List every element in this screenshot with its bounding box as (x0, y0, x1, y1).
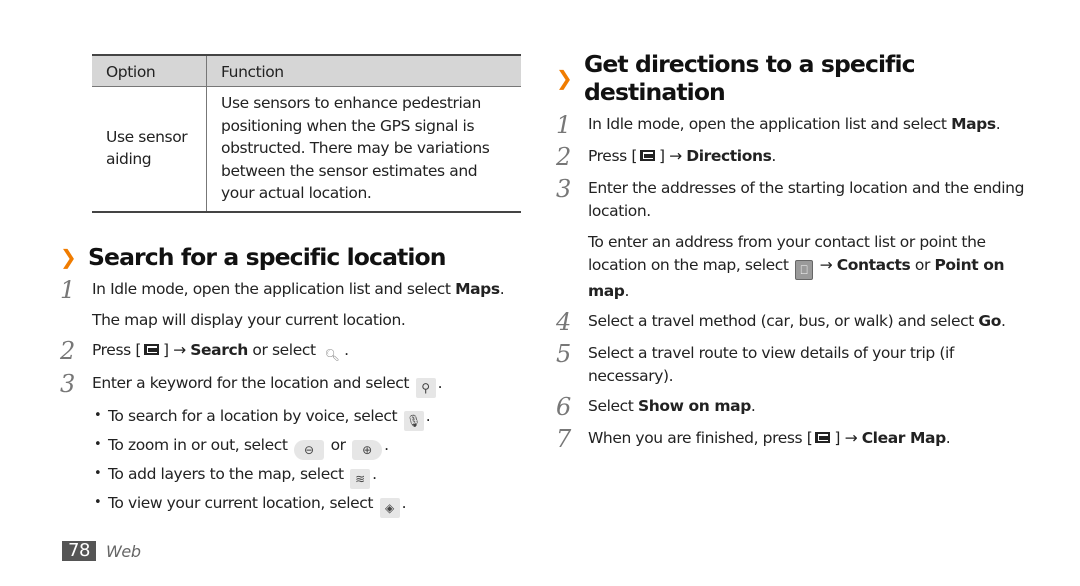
column-header-function: Function (206, 54, 521, 87)
bullet-text: To zoom in or out, select (108, 435, 293, 454)
step-text: Press [ (92, 340, 141, 359)
step-number: 7 (556, 425, 572, 453)
step-bold: Show on map (637, 397, 751, 415)
my-location-icon: ◈ (379, 497, 400, 518)
contact-book-icon: ⎕ (795, 260, 814, 280)
option-cell: Use sensor aiding (92, 86, 207, 213)
step-item: 7 When you are finished, press [ ] → Clea… (556, 426, 1026, 452)
step-number: 2 (60, 336, 76, 365)
bullet-punct: . (372, 464, 377, 483)
step-item: 1 In Idle mode, open the application lis… (60, 277, 530, 332)
column-header-option: Option (92, 54, 207, 87)
step-number: 3 (556, 175, 572, 203)
section-title: Get directions to a specific destination (584, 50, 916, 106)
list-item: To add layers to the map, select ≋. (92, 460, 530, 489)
step-text: Select a travel route to view details of… (588, 344, 954, 385)
chevron-right-icon: ❯ (60, 244, 77, 269)
step-text: Enter a keyword for the location and sel… (92, 373, 414, 392)
step-text: Press [ (588, 147, 637, 165)
step-bold: Maps (455, 279, 500, 298)
menu-key-icon (637, 149, 659, 163)
step-bold: Search (190, 340, 248, 359)
step-note: The map will display your current locati… (92, 310, 406, 329)
step-text: Enter the addresses of the starting loca… (588, 179, 1025, 220)
step-text: In Idle mode, open the application list … (588, 115, 952, 133)
step-text: Select (588, 397, 638, 415)
step-item: 6 Select Show on map. (556, 394, 1026, 420)
note-bold: Contacts (836, 256, 911, 274)
step-bold: Directions (686, 147, 772, 165)
bullet-list: To search for a location by voice, selec… (92, 402, 530, 518)
section-heading-search: ❯ Search for a specific location (60, 243, 530, 271)
search-icon: ⚲ (415, 377, 436, 398)
list-item: To search for a location by voice, selec… (92, 402, 530, 431)
step-bold: Go (978, 312, 1001, 330)
step-number: 5 (556, 340, 572, 368)
step-number: 4 (556, 308, 572, 336)
step-punct: . (945, 429, 951, 447)
list-item: To view your current location, select ◈. (92, 489, 530, 518)
microphone-icon: 🎙︎ (403, 410, 424, 431)
bullet-punct: . (401, 493, 407, 512)
step-item: 2 Press [ ] → Search or select 🔍︎. (60, 338, 530, 365)
zoom-in-icon: ⊕ (352, 439, 383, 460)
layers-icon: ≋ (350, 468, 371, 489)
bullet-text: To search for a location by voice, selec… (108, 406, 402, 425)
bullet-text: To view your current location, select (108, 493, 378, 512)
step-punct: . (344, 340, 349, 359)
step-punct: . (995, 115, 1001, 133)
zoom-out-icon: ⊖ (294, 439, 325, 460)
step-number: 6 (556, 393, 572, 421)
function-cell: Use sensors to enhance pedestrian positi… (206, 86, 521, 213)
menu-key-icon (812, 431, 834, 445)
bullet-punct: . (425, 406, 431, 425)
table-row: Use sensor aiding Use sensors to enhance… (92, 86, 521, 213)
chevron-right-icon: ❯ (556, 66, 573, 90)
step-number: 1 (556, 111, 572, 139)
step-item: 3 Enter a keyword for the location and s… (60, 371, 530, 518)
section-heading-directions: ❯ Get directions to a specific destinati… (556, 50, 1026, 106)
step-punct: . (771, 147, 776, 165)
bullet-text: or (326, 435, 351, 454)
list-item: To zoom in or out, select ⊖ or ⊕. (92, 431, 530, 460)
search-icon: 🔍︎ (324, 347, 340, 362)
step-note: To enter an address from your contact li… (588, 231, 1026, 303)
menu-key-icon (141, 343, 163, 357)
bullet-punct: . (384, 435, 389, 454)
note-text: or (910, 256, 935, 274)
right-column: ❯ Get directions to a specific destinati… (556, 50, 1026, 452)
step-text: or select (247, 340, 321, 359)
step-text: Select a travel method (car, bus, or wal… (588, 312, 979, 330)
page-footer: 78 Web (62, 541, 141, 561)
step-punct: . (437, 373, 443, 392)
table-header-row: Option Function (92, 54, 521, 87)
options-table: Option Function Use sensor aiding Use se… (92, 54, 521, 213)
step-item: 5 Select a travel route to view details … (556, 341, 1026, 388)
step-text: In Idle mode, open the application list … (92, 279, 456, 298)
step-bold: Clear Map (861, 429, 946, 447)
step-item: 3 Enter the addresses of the starting lo… (556, 176, 1026, 303)
step-item: 2 Press [ ] → Directions. (556, 144, 1026, 170)
note-punct: . (624, 282, 630, 300)
section-title: Search for a specific location (88, 242, 447, 271)
bullet-text: To add layers to the map, select (108, 464, 349, 483)
step-number: 3 (60, 369, 76, 398)
step-item: 1 In Idle mode, open the application lis… (556, 112, 1026, 138)
step-text: When you are finished, press [ (588, 429, 813, 447)
step-item: 4 Select a travel method (car, bus, or w… (556, 309, 1026, 335)
step-punct: . (750, 397, 756, 415)
note-text: → (815, 256, 837, 274)
step-number: 1 (60, 275, 76, 304)
step-punct: . (499, 279, 505, 298)
step-punct: . (1001, 312, 1006, 330)
step-bold: Maps (951, 115, 996, 133)
section-name: Web (106, 541, 141, 561)
step-number: 2 (556, 143, 572, 171)
page-number: 78 (62, 541, 96, 561)
left-column: Option Function Use sensor aiding Use se… (60, 54, 530, 518)
step-text: ] → (162, 340, 191, 359)
step-text: ] → (834, 429, 862, 447)
step-text: ] → (658, 147, 687, 165)
